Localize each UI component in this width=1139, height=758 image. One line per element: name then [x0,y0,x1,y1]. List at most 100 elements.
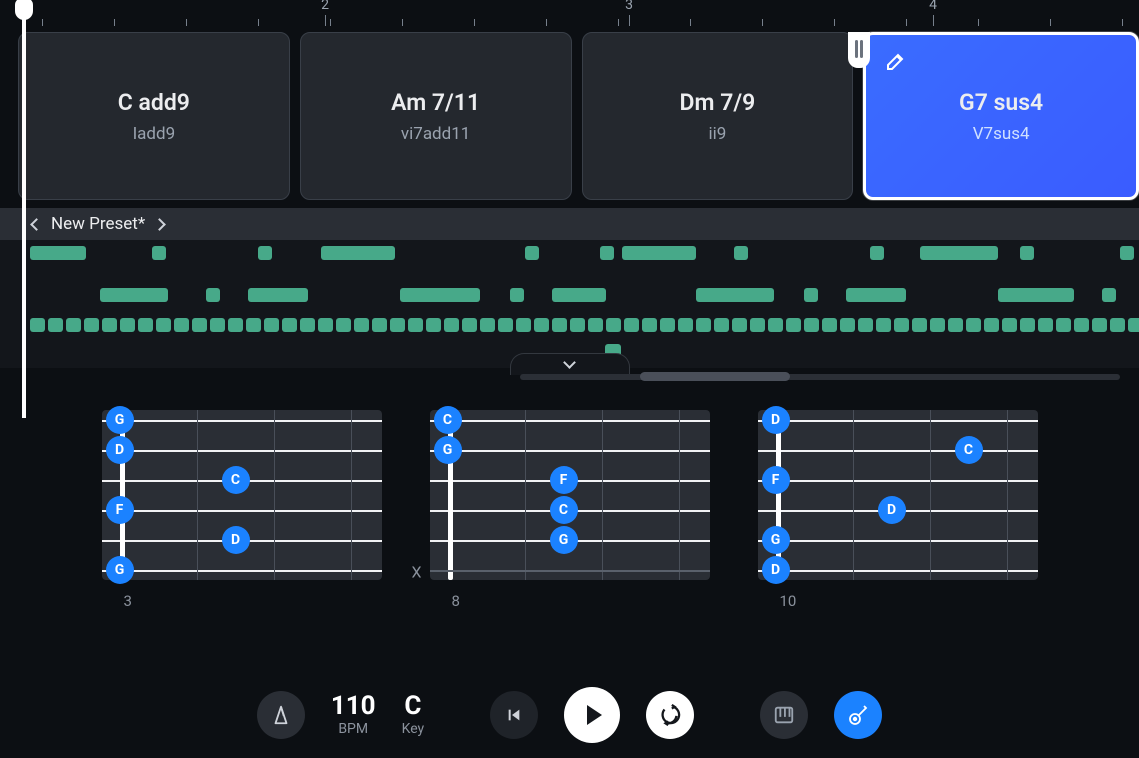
preset-name[interactable]: New Preset* [51,214,145,234]
midi-note[interactable] [732,318,747,332]
prev-button[interactable] [490,691,538,739]
midi-note[interactable] [534,318,549,332]
midi-note[interactable] [400,288,480,302]
midi-note[interactable] [174,318,189,332]
midi-note[interactable] [228,318,243,332]
voicing[interactable]: DCFDGD10 [758,410,1038,610]
chord-resize-handle[interactable] [848,32,870,68]
midi-note[interactable] [444,318,459,332]
midi-note[interactable] [390,318,405,332]
midi-note[interactable] [734,246,748,260]
piano-button[interactable] [760,691,808,739]
midi-note[interactable] [48,318,63,332]
midi-note[interactable] [920,246,998,260]
midi-note[interactable] [606,318,621,332]
midi-note[interactable] [948,318,963,332]
midi-note[interactable] [258,246,272,260]
midi-note[interactable] [300,318,315,332]
piano-roll[interactable] [0,240,1139,368]
chevron-left-icon[interactable] [30,218,43,231]
midi-note[interactable] [480,318,495,332]
midi-note[interactable] [1056,318,1071,332]
midi-note[interactable] [282,318,297,332]
midi-note[interactable] [768,318,783,332]
midi-note[interactable] [264,318,279,332]
midi-note[interactable] [930,318,945,332]
midi-note[interactable] [912,318,927,332]
midi-note[interactable] [876,318,891,332]
scroll-track[interactable] [520,374,1120,380]
midi-note[interactable] [66,318,81,332]
midi-note[interactable] [786,318,801,332]
timeline-ruler[interactable]: 234 [0,0,1139,26]
midi-note[interactable] [984,318,999,332]
midi-note[interactable] [1074,318,1089,332]
midi-note[interactable] [156,318,171,332]
key-control[interactable]: C Key [402,693,425,737]
midi-note[interactable] [1020,246,1034,260]
scroll-thumb[interactable] [640,372,790,381]
midi-note[interactable] [138,318,153,332]
expand-roll-button[interactable] [510,353,630,375]
midi-note[interactable] [248,288,308,302]
midi-note[interactable] [1038,318,1053,332]
midi-note[interactable] [510,288,524,302]
midi-note[interactable] [622,246,696,260]
voicing[interactable]: GDCFDG3 [102,410,382,610]
midi-note[interactable] [372,318,387,332]
midi-note[interactable] [570,318,585,332]
midi-note[interactable] [462,318,477,332]
midi-note[interactable] [642,318,657,332]
midi-note[interactable] [30,318,45,332]
midi-note[interactable] [840,318,855,332]
chord-block[interactable]: Am 7/11vi7add11 [300,32,572,200]
midi-note[interactable] [660,318,675,332]
play-button[interactable] [564,687,620,743]
midi-note[interactable] [1092,318,1107,332]
midi-note[interactable] [750,318,765,332]
midi-note[interactable] [588,318,603,332]
midi-note[interactable] [1002,318,1017,332]
midi-note[interactable] [600,246,614,260]
metronome-button[interactable] [257,691,305,739]
edit-icon[interactable] [884,49,908,73]
midi-note[interactable] [870,246,884,260]
midi-note[interactable] [102,318,117,332]
midi-note[interactable] [1110,318,1125,332]
playhead[interactable] [22,0,26,418]
midi-note[interactable] [894,318,909,332]
chord-block[interactable]: G7 sus4V7sus4 [863,32,1139,200]
midi-note[interactable] [858,318,873,332]
midi-note[interactable] [552,288,606,302]
midi-note[interactable] [624,318,639,332]
midi-note[interactable] [1020,318,1035,332]
midi-note[interactable] [525,246,539,260]
midi-note[interactable] [84,318,99,332]
midi-note[interactable] [152,246,166,260]
midi-note[interactable] [966,318,981,332]
midi-note[interactable] [354,318,369,332]
midi-note[interactable] [336,318,351,332]
midi-note[interactable] [426,318,441,332]
midi-note[interactable] [246,318,261,332]
midi-note[interactable] [552,318,567,332]
midi-note[interactable] [120,318,135,332]
midi-note[interactable] [318,318,333,332]
midi-note[interactable] [804,318,819,332]
midi-note[interactable] [822,318,837,332]
midi-note[interactable] [714,318,729,332]
midi-note[interactable] [321,246,395,260]
midi-note[interactable] [498,318,513,332]
midi-note[interactable] [100,288,168,302]
midi-note[interactable] [210,318,225,332]
midi-note[interactable] [998,288,1074,302]
midi-note[interactable] [30,246,86,260]
midi-note[interactable] [696,318,711,332]
chord-block[interactable]: Dm 7/9ii9 [582,32,854,200]
chord-block[interactable]: C add9Iadd9 [18,32,290,200]
midi-note[interactable] [678,318,693,332]
midi-note[interactable] [192,318,207,332]
chevron-right-icon[interactable] [153,218,166,231]
midi-note[interactable] [206,288,220,302]
midi-note[interactable] [804,288,818,302]
